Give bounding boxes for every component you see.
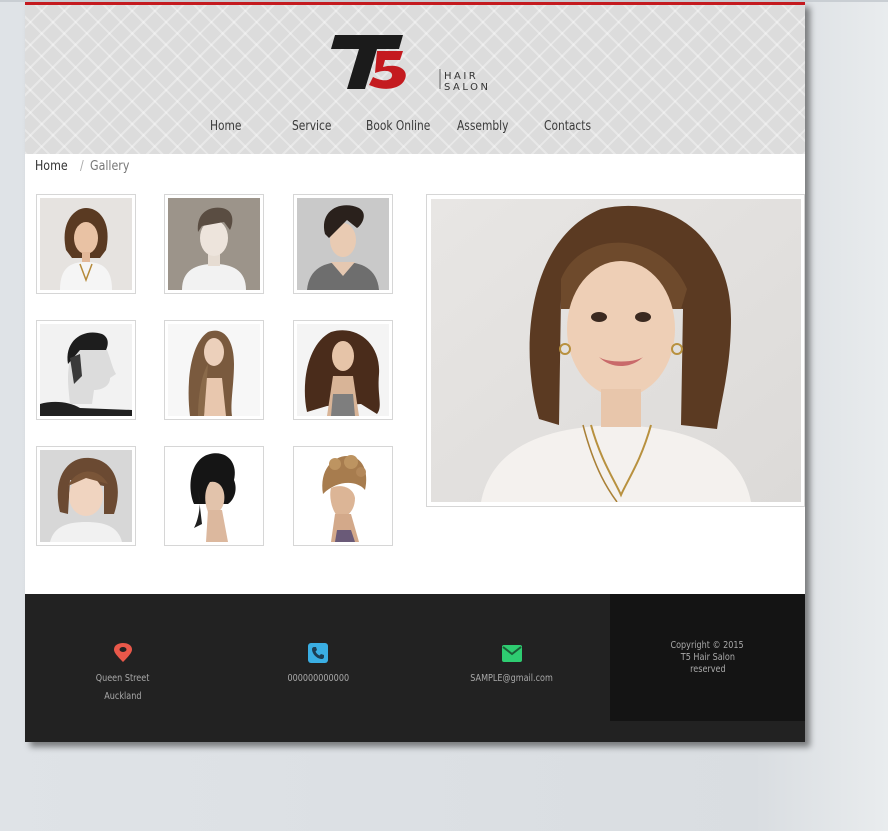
copyright-line2: T5 Hair Salon xyxy=(680,652,735,663)
logo-sub-salon: SALON xyxy=(444,82,490,93)
footer-email-address[interactable]: SAMPLE@gmail.com xyxy=(471,673,554,685)
footer-email: SAMPLE@gmail.com xyxy=(452,642,572,686)
gallery-thumbnail[interactable] xyxy=(293,194,393,294)
location-pin-icon xyxy=(112,642,134,664)
breadcrumb-separator: / xyxy=(79,159,84,174)
footer-address-line1: Queen Street xyxy=(96,673,150,684)
gallery-thumbnail[interactable] xyxy=(36,446,136,546)
woman-bob-hair-photo xyxy=(40,450,132,542)
footer-bottom-strip xyxy=(610,721,805,742)
footer-address: Queen Street Auckland xyxy=(63,642,183,704)
breadcrumb-current: Gallery xyxy=(90,159,130,174)
page-container: HAIR SALON Home Service Book Online Asse… xyxy=(25,2,805,742)
woman-short-brown-hair-photo xyxy=(40,198,132,290)
man-styled-hair-photo xyxy=(297,198,389,290)
man-short-hair-photo xyxy=(168,198,260,290)
nav-service[interactable]: Service xyxy=(292,119,331,134)
site-logo[interactable]: HAIR SALON xyxy=(325,27,525,97)
gallery-thumbnail[interactable] xyxy=(36,320,136,420)
woman-long-curly-hair-photo xyxy=(297,324,389,416)
copyright-line1: Copyright © 2015 xyxy=(670,640,745,651)
woman-braided-updo-photo xyxy=(297,450,389,542)
footer-phone-number[interactable]: 000000000000 xyxy=(287,673,349,685)
featured-woman-portrait-photo xyxy=(431,199,801,502)
nav-assembly[interactable]: Assembly xyxy=(457,119,508,134)
breadcrumb: Home / Gallery xyxy=(35,159,136,179)
gallery-thumbnail[interactable] xyxy=(36,194,136,294)
site-header: HAIR SALON Home Service Book Online Asse… xyxy=(25,2,805,154)
breadcrumb-home-link[interactable]: Home xyxy=(35,159,68,174)
gallery-thumbnail[interactable] xyxy=(293,320,393,420)
nav-book-online[interactable]: Book Online xyxy=(366,119,430,134)
nav-home[interactable]: Home xyxy=(210,119,241,134)
copyright-line3: reserved xyxy=(689,664,726,675)
woman-updo-black-hair-photo xyxy=(168,450,260,542)
envelope-icon xyxy=(501,642,523,664)
gallery-thumbnail[interactable] xyxy=(164,194,264,294)
footer-address-line2: Auckland xyxy=(104,691,142,702)
logo-sub-hair: HAIR xyxy=(444,71,478,82)
main-nav: Home Service Book Online Assembly Contac… xyxy=(25,119,805,139)
gallery-thumbnail[interactable] xyxy=(164,320,264,420)
phone-icon xyxy=(307,642,329,664)
footer-copyright: Copyright © 2015 T5 Hair Salon reserved xyxy=(635,640,780,676)
woman-long-straight-hair-photo xyxy=(168,324,260,416)
gallery-thumbnail[interactable] xyxy=(293,446,393,546)
nav-contacts[interactable]: Contacts xyxy=(544,119,591,134)
man-side-profile-photo xyxy=(40,324,132,416)
footer-phone: 000000000000 xyxy=(258,642,378,686)
featured-image-frame[interactable] xyxy=(426,194,805,507)
gallery-thumbnail[interactable] xyxy=(164,446,264,546)
